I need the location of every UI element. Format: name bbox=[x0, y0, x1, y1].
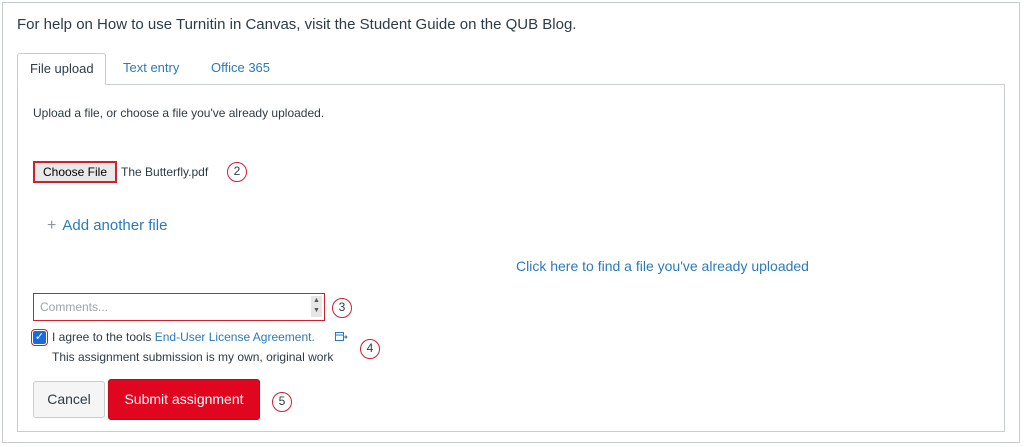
help-text: For help on How to use Turnitin in Canva… bbox=[17, 16, 577, 33]
callout-2: 2 bbox=[227, 162, 247, 182]
callout-4: 4 bbox=[360, 339, 380, 359]
find-uploaded-file-link[interactable]: Click here to find a file you've already… bbox=[516, 258, 809, 274]
callout-3: 3 bbox=[332, 298, 352, 318]
add-another-file-label: Add another file bbox=[62, 217, 168, 234]
resize-spinner-icon[interactable]: ▲ ▼ bbox=[311, 296, 322, 317]
selected-filename: The Butterfly.pdf bbox=[121, 165, 209, 179]
eula-agreement-text: I agree to the tools End-User License Ag… bbox=[52, 330, 315, 344]
eula-link[interactable]: End-User License Agreement. bbox=[155, 330, 315, 344]
eula-checkbox[interactable]: ✓ bbox=[31, 329, 48, 346]
comments-field[interactable]: Comments... ▲ ▼ bbox=[33, 293, 325, 321]
add-another-file-link[interactable]: + Add another file bbox=[47, 217, 167, 235]
tab-text-entry[interactable]: Text entry bbox=[111, 53, 191, 85]
tab-file-upload[interactable]: File upload bbox=[17, 53, 106, 85]
cancel-button[interactable]: Cancel bbox=[33, 381, 105, 418]
choose-file-button[interactable]: Choose File bbox=[33, 161, 117, 183]
tab-office-365[interactable]: Office 365 bbox=[199, 53, 282, 85]
submit-assignment-button[interactable]: Submit assignment bbox=[108, 379, 260, 420]
originality-statement: This assignment submission is my own, or… bbox=[52, 350, 334, 364]
comments-placeholder: Comments... bbox=[40, 300, 109, 314]
external-link-icon[interactable] bbox=[335, 331, 348, 342]
callout-5: 5 bbox=[272, 392, 292, 412]
eula-prefix: I agree to the tools bbox=[52, 330, 155, 344]
upload-hint: Upload a file, or choose a file you've a… bbox=[33, 106, 325, 120]
plus-icon: + bbox=[47, 217, 57, 234]
